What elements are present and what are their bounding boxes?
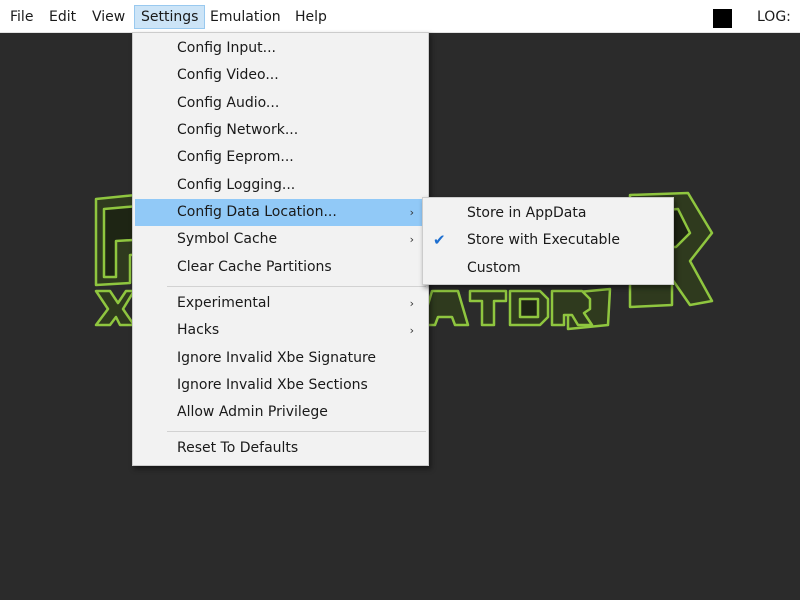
menu-item-label: Clear Cache Partitions [177, 259, 332, 275]
menu-item-config-input[interactable]: Config Input... [135, 35, 426, 62]
menu-bar: File Edit View Settings Emulation Help L… [0, 0, 800, 33]
menu-item-allow-admin-privilege[interactable]: Allow Admin Privilege [135, 399, 426, 426]
menu-item-label: Symbol Cache [177, 231, 278, 247]
menu-item-config-eeprom[interactable]: Config Eeprom... [135, 144, 426, 171]
submenu-item-store-with-executable[interactable]: ✔ Store with Executable [425, 227, 671, 254]
menu-item-label: Experimental [177, 295, 271, 311]
menu-item-label: Config Input... [177, 40, 276, 56]
log-label: LOG: [757, 9, 791, 25]
menu-item-label: Store in AppData [467, 205, 587, 221]
menu-item-config-audio[interactable]: Config Audio... [135, 90, 426, 117]
submenu-item-custom[interactable]: Custom [425, 255, 671, 282]
menu-item-experimental[interactable]: Experimental › [135, 290, 426, 317]
menu-item-label: Ignore Invalid Xbe Sections [177, 377, 368, 393]
data-location-submenu: Store in AppData ✔ Store with Executable … [422, 197, 674, 285]
menu-item-config-logging[interactable]: Config Logging... [135, 172, 426, 199]
log-status-indicator[interactable] [713, 9, 732, 28]
menu-item-ignore-invalid-xbe-sections[interactable]: Ignore Invalid Xbe Sections [135, 372, 426, 399]
menu-item-label: Reset To Defaults [177, 440, 299, 456]
menu-item-label: Config Data Location... [177, 204, 337, 220]
menu-item-symbol-cache[interactable]: Symbol Cache › [135, 226, 426, 253]
menu-item-label: Store with Executable [467, 232, 620, 248]
menu-help[interactable]: Help [289, 5, 333, 29]
checkmark-icon: ✔ [433, 231, 446, 249]
chevron-right-icon: › [409, 233, 414, 246]
menu-edit[interactable]: Edit [43, 5, 82, 29]
menu-view[interactable]: View [86, 5, 131, 29]
menu-item-label: Config Network... [177, 122, 299, 138]
menu-item-label: Hacks [177, 322, 220, 338]
menu-item-reset-to-defaults[interactable]: Reset To Defaults [135, 435, 426, 462]
menu-item-label: Ignore Invalid Xbe Signature [177, 350, 377, 366]
menu-item-label: Config Video... [177, 67, 279, 83]
menu-item-ignore-invalid-xbe-signature[interactable]: Ignore Invalid Xbe Signature [135, 345, 426, 372]
menu-item-config-network[interactable]: Config Network... [135, 117, 426, 144]
settings-menu: Config Input... Config Video... Config A… [132, 32, 429, 466]
menu-file[interactable]: File [4, 5, 39, 29]
chevron-right-icon: › [409, 206, 414, 219]
menu-item-clear-cache-partitions[interactable]: Clear Cache Partitions [135, 254, 426, 281]
menu-settings[interactable]: Settings [134, 5, 206, 29]
menu-emulation[interactable]: Emulation [204, 5, 287, 29]
menu-item-label: Config Audio... [177, 95, 280, 111]
submenu-item-store-in-appdata[interactable]: Store in AppData [425, 200, 671, 227]
menu-item-label: Config Logging... [177, 177, 296, 193]
menu-item-config-video[interactable]: Config Video... [135, 62, 426, 89]
menu-item-label: Allow Admin Privilege [177, 404, 328, 420]
menu-separator [167, 431, 426, 432]
chevron-right-icon: › [409, 324, 414, 337]
menu-item-hacks[interactable]: Hacks › [135, 317, 426, 344]
menu-separator [167, 286, 426, 287]
menu-item-label: Config Eeprom... [177, 149, 294, 165]
chevron-right-icon: › [409, 297, 414, 310]
menu-item-config-data-location[interactable]: Config Data Location... › [135, 199, 426, 226]
menu-item-label: Custom [467, 260, 521, 276]
